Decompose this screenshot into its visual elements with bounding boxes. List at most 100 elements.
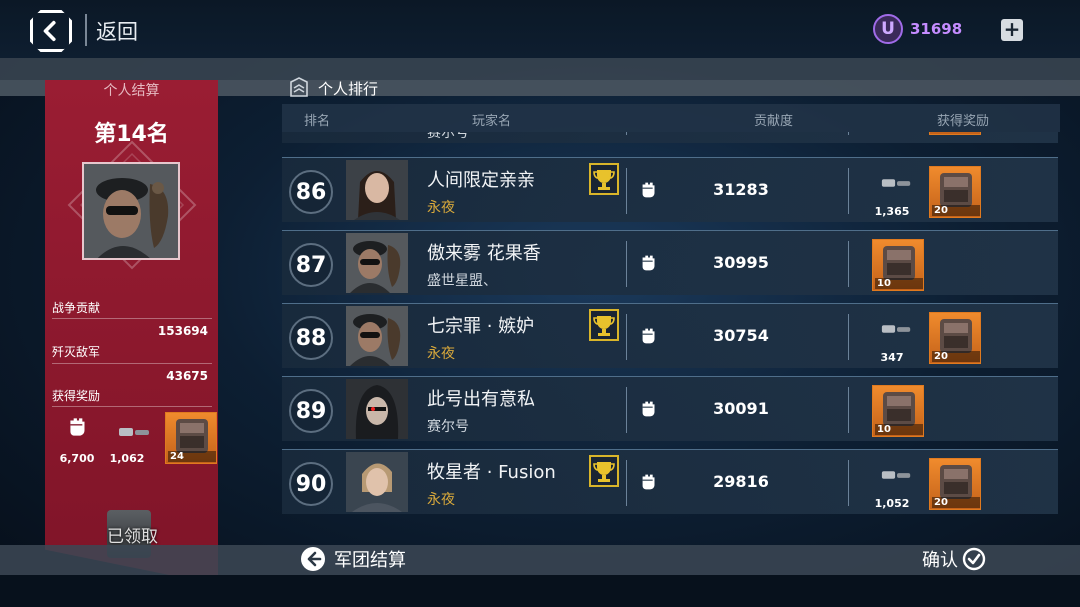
crate-reward <box>929 132 981 135</box>
kills-label: 歼灭敌军 <box>52 345 101 359</box>
ranking-column-headers: 排名 玩家名 贡献度 获得奖励 <box>282 104 1060 132</box>
guild-name: 永夜 <box>427 492 455 508</box>
table-row[interactable]: 88 七宗罪 · 嫉妒 永夜 30754 347 20 <box>282 303 1058 368</box>
column-rank: 排名 <box>304 114 331 129</box>
table-row[interactable]: 86 人间限定亲亲 永夜 31283 1,365 20 <box>282 157 1058 222</box>
player-avatar <box>346 233 408 293</box>
war-contribution-value: 153694 <box>157 324 208 338</box>
soldier-portrait-icon <box>346 233 408 293</box>
table-row: 赛尔号 <box>282 132 1058 143</box>
crate-count: 10 <box>875 424 923 435</box>
player-avatar <box>346 306 408 366</box>
player-name: 此号出有意私 <box>427 389 535 410</box>
rewards-label: 获得奖励 <box>52 389 101 403</box>
personal-summary-title: 个人结算 <box>103 83 160 99</box>
fist-icon <box>70 418 85 436</box>
divider <box>848 241 849 287</box>
crate-reward[interactable]: 20 <box>929 312 981 364</box>
divider <box>626 132 627 135</box>
contribution-value: 30091 <box>713 399 769 418</box>
divider <box>52 318 212 319</box>
fist-icon <box>642 182 655 198</box>
add-currency-button[interactable]: + <box>1001 19 1023 41</box>
personal-summary-panel: 个人结算 第14名 战争贡献 153694 歼灭敌军 43675 获得奖励 6,… <box>45 80 218 585</box>
legion-summary-button[interactable]: 军团结算 <box>300 546 406 572</box>
crate-reward[interactable]: 24 <box>165 412 217 464</box>
female-portrait-icon <box>346 160 408 220</box>
bottom-background <box>0 575 1080 607</box>
divider <box>848 460 849 506</box>
crate-reward[interactable]: 20 <box>929 458 981 510</box>
column-player: 玩家名 <box>472 114 512 129</box>
contribution-value: 29816 <box>713 472 769 491</box>
player-name: 人间限定亲亲 <box>427 170 535 191</box>
divider <box>52 363 212 364</box>
contribution-value: 30995 <box>713 253 769 272</box>
arrow-left-circle-icon <box>301 547 325 571</box>
divider <box>848 132 849 135</box>
chevron-left-icon <box>43 20 56 42</box>
player-avatar <box>346 452 408 512</box>
ammo-count: 347 <box>880 351 904 364</box>
crate-reward[interactable]: 20 <box>929 166 981 218</box>
guild-name: 赛尔号 <box>427 132 469 141</box>
trophy-icon <box>589 163 619 195</box>
divider <box>848 168 849 214</box>
kills-value: 43675 <box>166 369 208 383</box>
divider <box>52 406 212 407</box>
confirm-button[interactable]: 确认 <box>922 546 986 572</box>
female-portrait-icon <box>346 452 408 512</box>
rank-number: 87 <box>289 243 333 287</box>
crate-count: 10 <box>875 278 923 289</box>
back-button[interactable] <box>30 10 72 52</box>
divider <box>626 460 627 506</box>
table-row[interactable]: 89 此号出有意私 赛尔号 30091 10 <box>282 376 1058 441</box>
guild-name: 赛尔号 <box>427 419 469 435</box>
divider <box>626 241 627 287</box>
fist-icon <box>642 474 655 490</box>
player-avatar <box>82 162 180 260</box>
crate-count: 20 <box>932 205 980 216</box>
hooded-portrait-icon <box>346 379 408 439</box>
ammo-icon <box>881 325 911 333</box>
ammo-count: 1,052 <box>874 497 910 510</box>
ammo-icon <box>881 179 911 187</box>
trophy-icon <box>589 309 619 341</box>
ranking-list[interactable]: 赛尔号 86 人间限定亲亲 永夜 31283 1,365 20 87 傲来雾 花… <box>282 132 1060 525</box>
player-name: 牧星者 · Fusion <box>427 462 556 483</box>
confirm-label: 确认 <box>922 550 958 571</box>
table-row[interactable]: 87 傲来雾 花果香 盛世星盟、 30995 10 <box>282 230 1058 295</box>
crate-reward[interactable]: 10 <box>872 239 924 291</box>
reward-count: 1,062 <box>109 452 145 465</box>
reward-count: 24 <box>168 451 216 462</box>
crate-count: 20 <box>932 351 980 362</box>
player-name: 傲来雾 花果香 <box>427 243 541 264</box>
rank-chevron-icon <box>290 77 308 97</box>
header-band <box>0 58 1080 80</box>
legion-summary-label: 军团结算 <box>334 550 406 571</box>
reward-count: 6,700 <box>59 452 95 465</box>
trophy-icon <box>589 455 619 487</box>
personal-rewards: 6,700 1,062 24 <box>45 412 218 466</box>
claimed-label: 已领取 <box>107 527 158 547</box>
contribution-value: 30754 <box>713 326 769 345</box>
back-label[interactable]: 返回 <box>96 16 138 46</box>
rank-number: 89 <box>289 389 333 433</box>
ammo-icon <box>881 471 911 479</box>
divider <box>85 14 87 46</box>
check-circle-icon <box>962 547 986 571</box>
rank-number: 88 <box>289 316 333 360</box>
table-row[interactable]: 90 牧星者 · Fusion 永夜 29816 1,052 20 <box>282 449 1058 514</box>
player-name: 七宗罪 · 嫉妒 <box>427 316 535 337</box>
divider <box>848 387 849 433</box>
ammo-count: 1,365 <box>874 205 910 218</box>
fist-icon <box>642 328 655 344</box>
crate-count: 20 <box>932 497 980 508</box>
player-avatar <box>346 379 408 439</box>
rank-number: 86 <box>289 170 333 214</box>
player-avatar <box>346 160 408 220</box>
crate-reward[interactable]: 10 <box>872 385 924 437</box>
currency-icon: U <box>873 14 903 44</box>
fist-icon <box>642 401 655 417</box>
divider <box>626 387 627 433</box>
